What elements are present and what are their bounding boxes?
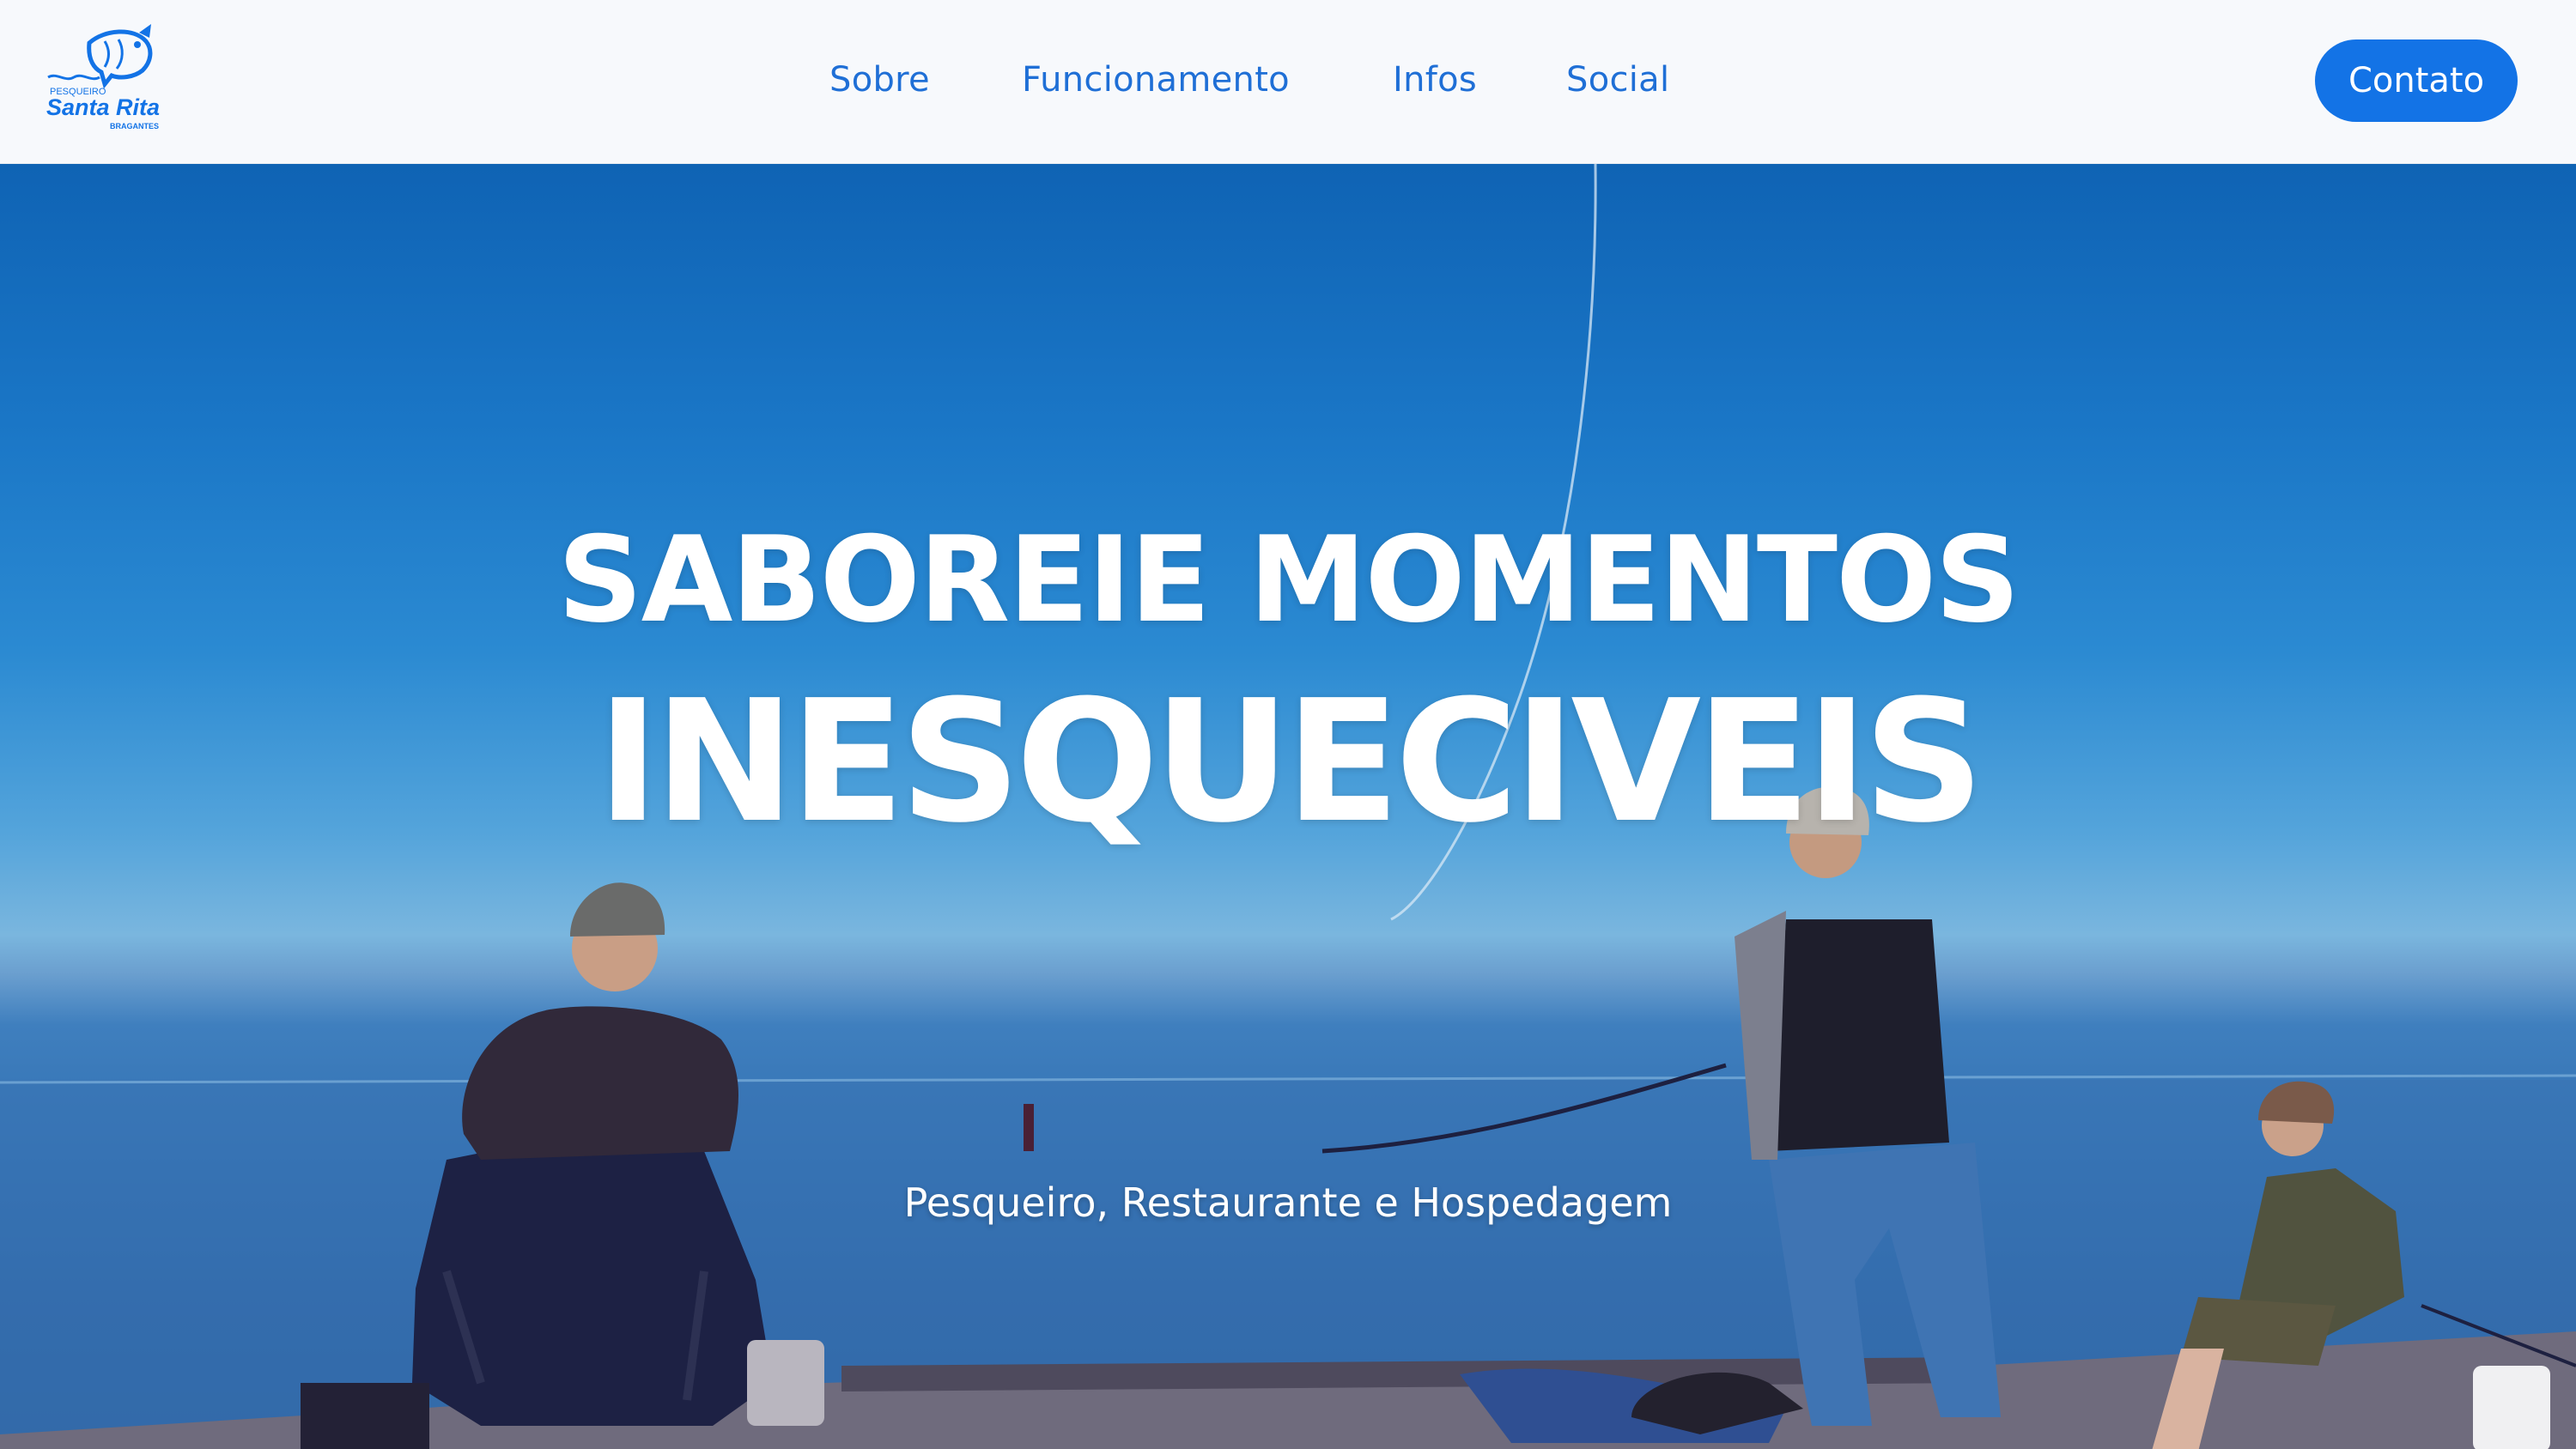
hero-title-line2: INESQUECIVEIS	[596, 664, 1984, 860]
nav-link-infos[interactable]: Infos	[1393, 0, 1477, 164]
nav-link-sobre[interactable]: Sobre	[829, 0, 930, 164]
contact-button[interactable]: Contato	[2315, 39, 2518, 122]
nav-link-funcionamento[interactable]: Funcionamento	[1022, 0, 1290, 164]
site-header: PESQUEIRO Santa Rita BRAGANTES Sobre Fun…	[0, 0, 2576, 164]
hero-section: SABOREIE MOMENTOS INESQUECIVEIS Pesqueir…	[0, 164, 2576, 1449]
nav-link-social[interactable]: Social	[1566, 0, 1669, 164]
main-nav: Sobre Funcionamento Infos Social	[0, 0, 2576, 164]
hero-title-line1: SABOREIE MOMENTOS	[557, 511, 2020, 649]
hero-subtitle: Pesqueiro, Restaurante e Hospedagem	[903, 1179, 1673, 1226]
